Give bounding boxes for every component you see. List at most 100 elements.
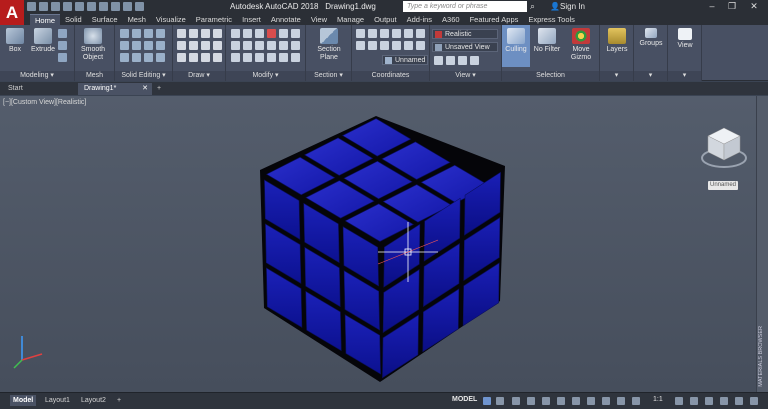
object-snap-icon[interactable] (572, 397, 580, 405)
application-menu-button[interactable]: A (0, 0, 24, 25)
rotate-icon[interactable] (243, 29, 252, 38)
loft-icon[interactable] (58, 53, 67, 62)
3d-mirror-icon[interactable] (243, 53, 252, 62)
hatch-icon[interactable] (201, 41, 210, 50)
named-views-icon[interactable] (446, 56, 455, 65)
region-icon[interactable] (189, 53, 198, 62)
slice-icon[interactable] (156, 29, 165, 38)
save-icon[interactable] (51, 2, 60, 11)
trim-icon[interactable] (243, 41, 252, 50)
fillet-edge-icon[interactable] (144, 41, 153, 50)
polygon-icon[interactable] (177, 53, 186, 62)
view-button[interactable]: View (670, 28, 700, 50)
ucs-previous-icon[interactable] (380, 29, 389, 38)
move-gizmo-button[interactable]: Move Gizmo (565, 28, 597, 62)
isodraft-icon[interactable] (542, 397, 550, 405)
subtract-icon[interactable] (132, 29, 141, 38)
view-expand-icon[interactable]: ▾ (668, 71, 701, 81)
interfere-icon[interactable] (120, 41, 129, 50)
ucs-world-icon[interactable] (368, 29, 377, 38)
3d-navigation-icon[interactable] (458, 56, 467, 65)
tab-home[interactable]: Home (30, 14, 61, 25)
array-icon[interactable] (279, 41, 288, 50)
solid-editing-panel-title[interactable]: Solid Editing ▾ (115, 71, 172, 81)
arc-icon[interactable] (213, 29, 222, 38)
search-input[interactable]: Type a keyword or phrase (403, 1, 527, 12)
tab-visualize[interactable]: Visualize (151, 14, 191, 25)
erase-icon[interactable] (267, 29, 276, 38)
tab-mesh[interactable]: Mesh (123, 14, 151, 25)
lineweight-icon[interactable] (587, 397, 595, 405)
tab-output[interactable]: Output (369, 14, 402, 25)
tab-surface[interactable]: Surface (87, 14, 123, 25)
ucs-view-icon[interactable] (416, 29, 425, 38)
view-panel-title[interactable]: View ▾ (430, 71, 501, 81)
tab-drawing1[interactable]: Drawing1* ✕ (78, 83, 152, 95)
union-icon[interactable] (120, 29, 129, 38)
close-button[interactable]: ✕ (744, 0, 764, 13)
polyline-icon[interactable] (189, 29, 198, 38)
sign-in-button[interactable]: Sign In (560, 2, 585, 11)
fillet-icon[interactable] (231, 41, 240, 50)
modify-panel-title[interactable]: Modify ▾ (226, 71, 305, 81)
tab-start[interactable]: Start (2, 83, 76, 95)
ucs-face-icon[interactable] (392, 29, 401, 38)
offset-icon[interactable] (267, 41, 276, 50)
thicken-icon[interactable] (144, 53, 153, 62)
add-layout-button[interactable]: + (114, 395, 124, 406)
model-space-button[interactable]: MODEL (452, 396, 477, 403)
circle-icon[interactable] (201, 29, 210, 38)
3d-object-snap-icon[interactable] (632, 397, 640, 405)
new-tab-button[interactable]: + (154, 83, 168, 95)
section-plane-button[interactable]: Section Plane (313, 28, 345, 62)
saved-view-dropdown[interactable]: Unsaved View (432, 42, 498, 52)
copy-icon[interactable] (255, 29, 264, 38)
workspace-icon[interactable] (123, 2, 132, 11)
mirror-icon[interactable] (279, 29, 288, 38)
isolate-objects-icon[interactable] (720, 397, 728, 405)
tab-add-ins[interactable]: Add-ins (402, 14, 437, 25)
search-icon[interactable]: ⌕ (530, 1, 540, 11)
groups-expand-icon[interactable]: ▾ (634, 71, 667, 81)
viewcube-icon[interactable] (700, 124, 748, 172)
ucs-object-icon[interactable] (404, 29, 413, 38)
tab-layout2[interactable]: Layout2 (78, 395, 109, 406)
minimize-button[interactable]: – (702, 0, 722, 13)
tab-insert[interactable]: Insert (237, 14, 266, 25)
extrude-button[interactable]: Extrude (28, 28, 58, 54)
ortho-icon[interactable] (512, 397, 520, 405)
ucs-x-icon[interactable] (392, 41, 401, 50)
annotation-visibility-icon[interactable] (675, 397, 683, 405)
extract-edges-icon[interactable] (132, 41, 141, 50)
annotation-scale[interactable]: 1:1 (653, 396, 663, 403)
no-filter-button[interactable]: No Filter (532, 28, 562, 54)
object-snap-tracking-icon[interactable] (557, 397, 565, 405)
transparency-icon[interactable] (602, 397, 610, 405)
tab-annotate[interactable]: Annotate (266, 14, 306, 25)
align-icon[interactable] (231, 53, 240, 62)
tab-parametric[interactable]: Parametric (191, 14, 237, 25)
line-icon[interactable] (177, 29, 186, 38)
draw-panel-title[interactable]: Draw ▾ (173, 71, 225, 81)
plot-icon[interactable] (87, 2, 96, 11)
selection-cycling-icon[interactable] (617, 397, 625, 405)
break-icon[interactable] (291, 53, 300, 62)
section-panel-title[interactable]: Section ▾ (306, 71, 351, 81)
tab-model[interactable]: Model (10, 395, 37, 406)
maximize-button[interactable]: ❐ (722, 0, 742, 13)
3d-array-icon[interactable] (267, 53, 276, 62)
culling-button[interactable]: Culling (502, 25, 530, 67)
ucs-y-icon[interactable] (404, 41, 413, 50)
redo-icon[interactable] (111, 2, 120, 11)
clean-screen-icon[interactable] (735, 397, 743, 405)
mesh-panel-title[interactable]: Mesh (75, 71, 114, 81)
snap-icon[interactable] (496, 397, 504, 405)
ucs-3point-icon[interactable] (380, 41, 389, 50)
point-icon[interactable] (213, 53, 222, 62)
stretch-icon[interactable] (255, 41, 264, 50)
tab-view[interactable]: View (306, 14, 332, 25)
ucs-z-icon[interactable] (416, 41, 425, 50)
rectangle-icon[interactable] (177, 41, 186, 50)
new-icon[interactable] (27, 2, 36, 11)
workspace-switching-icon[interactable] (690, 397, 698, 405)
